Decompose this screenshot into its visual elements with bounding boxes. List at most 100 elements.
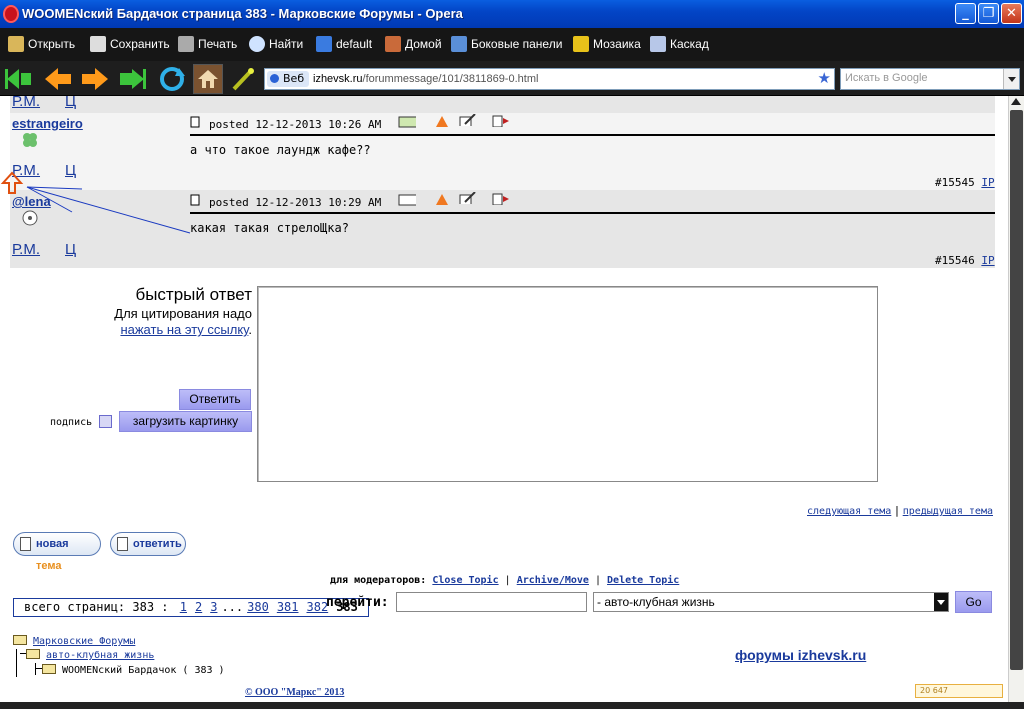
quick-reply-title: быстрый ответ [135,285,252,304]
quote-reply-icon[interactable] [492,115,510,127]
status-bar [0,702,1024,709]
pm-link[interactable]: Р.М. [12,241,40,258]
forward-arrow-icon [82,68,108,90]
navigation-toolbar: Веб izhevsk.ru/forummessage/101/3811869-… [0,61,1024,96]
edit-icon[interactable] [459,192,477,204]
address-url[interactable]: izhevsk.ru/forummessage/101/3811869-0.ht… [313,72,538,86]
wand-button[interactable] [228,64,258,94]
breadcrumb-root-link[interactable]: Марковские Форумы [33,636,135,647]
post-date: posted 12-12-2013 10:26 AM [209,118,382,131]
tile-button[interactable]: Мозаика [573,35,641,55]
opera-logo-icon [3,5,19,23]
web-badge[interactable]: Веб [267,71,310,87]
open-button[interactable]: Открыть [8,35,75,55]
next-topic-link[interactable]: следующая тема [807,506,891,517]
topic-navigation: следующая тема | предыдущая тема [807,504,993,517]
profile-icon[interactable] [398,116,416,128]
prev-topic-link[interactable]: предыдущая тема [903,506,993,517]
go-button[interactable]: Go [955,591,992,613]
visit-counter: 20 647 [915,684,1003,698]
post-message: а что такое лаундж кафе?? [190,143,371,157]
previous-post-tail: Р.М. Ц [10,96,995,113]
address-bar[interactable]: Веб izhevsk.ru/forummessage/101/3811869-… [264,68,835,90]
scroll-up-icon[interactable] [1011,98,1021,105]
find-button[interactable]: Найти [249,35,303,55]
archive-move-link[interactable]: Archive/Move [517,575,589,586]
ip-link[interactable]: IP [981,254,994,267]
home-menu-button[interactable]: Домой [385,35,442,55]
edit-icon[interactable] [459,114,477,126]
default-button[interactable]: default [316,35,372,55]
quote-link[interactable]: нажать на эту ссылку [120,322,248,337]
minimize-button[interactable]: _ [955,3,976,24]
print-button[interactable]: Печать [178,35,237,55]
quote-link[interactable]: Ц [65,241,76,258]
page-link[interactable]: 381 [277,600,299,614]
back-arrow-icon [45,68,71,90]
close-button[interactable]: ✕ [1001,3,1022,24]
drawn-arrow-annotation [0,171,191,234]
breadcrumb-sub-link[interactable]: авто-клубная жизнь [46,650,154,661]
panels-icon [451,36,467,52]
profile-icon[interactable] [398,194,416,206]
page-link[interactable]: 1 [180,600,187,614]
chevron-down-icon[interactable] [934,593,948,611]
ip-link[interactable]: IP [981,176,994,189]
page-link[interactable]: 382 [307,600,329,614]
upload-image-button[interactable]: загрузить картинку [119,411,252,432]
fast-forward-icon [120,69,146,89]
post-document-icon [190,116,200,128]
document-icon [117,537,128,551]
save-icon [90,36,106,52]
bookmark-star-icon[interactable]: ★ [818,69,831,87]
search-icon [249,36,265,52]
fast-forward-button[interactable] [118,64,148,94]
cascade-button[interactable]: Каскад [650,35,709,55]
home-icon [385,36,401,52]
page-link[interactable]: 2 [195,600,202,614]
goto-label: перейти: [326,595,389,610]
pagination: всего страниц: 383 : 1 2 3... 380 381 382 383 [13,598,369,617]
warning-icon[interactable] [435,193,453,205]
side-panels-button[interactable]: Боковые панели [451,35,562,55]
goto-input[interactable] [396,592,587,612]
title-bar: WOOMENский Бардачок страница 383 - Марко… [0,0,1024,28]
folder-icon [26,649,40,659]
post-number: #15545 IP [935,176,995,189]
back-button[interactable] [43,64,73,94]
reload-button[interactable] [157,64,187,94]
quote-reply-icon[interactable] [492,193,510,205]
home-icon [198,70,218,88]
rewind-button[interactable] [3,64,33,94]
scrollbar-thumb[interactable] [1010,110,1023,670]
pm-link[interactable]: Р.М. [12,96,40,110]
forum-select[interactable]: - авто-клубная жизнь [593,592,949,612]
page-link[interactable]: 380 [247,600,269,614]
delete-topic-link[interactable]: Delete Topic [607,575,679,586]
search-engine-dropdown[interactable] [1003,69,1019,89]
quote-hint: Для цитирования надо [114,306,252,321]
vertical-scrollbar[interactable] [1008,96,1024,702]
copyright-link[interactable]: © ООО "Маркс" 2013 [245,687,344,698]
wand-icon [232,68,254,91]
page-link[interactable]: 3 [210,600,217,614]
folder-icon [8,36,24,52]
post-username[interactable]: estrangeiro [12,116,83,131]
folder-icon [42,664,56,674]
post-date: posted 12-12-2013 10:29 AM [209,196,382,209]
signature-checkbox[interactable] [99,415,112,428]
close-topic-link[interactable]: Close Topic [432,575,498,586]
reply-textarea[interactable] [257,286,878,482]
reply-submit-button[interactable]: Ответить [179,389,251,410]
forums-home-link[interactable]: форумы izhevsk.ru [735,647,866,663]
save-button[interactable]: Сохранить [90,35,170,55]
warning-icon[interactable] [435,115,453,127]
reply-button[interactable]: ответить [110,532,186,556]
clover-status-icon [23,133,37,147]
quote-link[interactable]: Ц [65,96,76,110]
new-topic-button[interactable]: новая тема [13,532,101,572]
home-button[interactable] [193,64,223,94]
search-input[interactable]: Искать в Google [840,68,1020,90]
maximize-button[interactable]: ❐ [978,3,999,24]
forward-button[interactable] [80,64,110,94]
